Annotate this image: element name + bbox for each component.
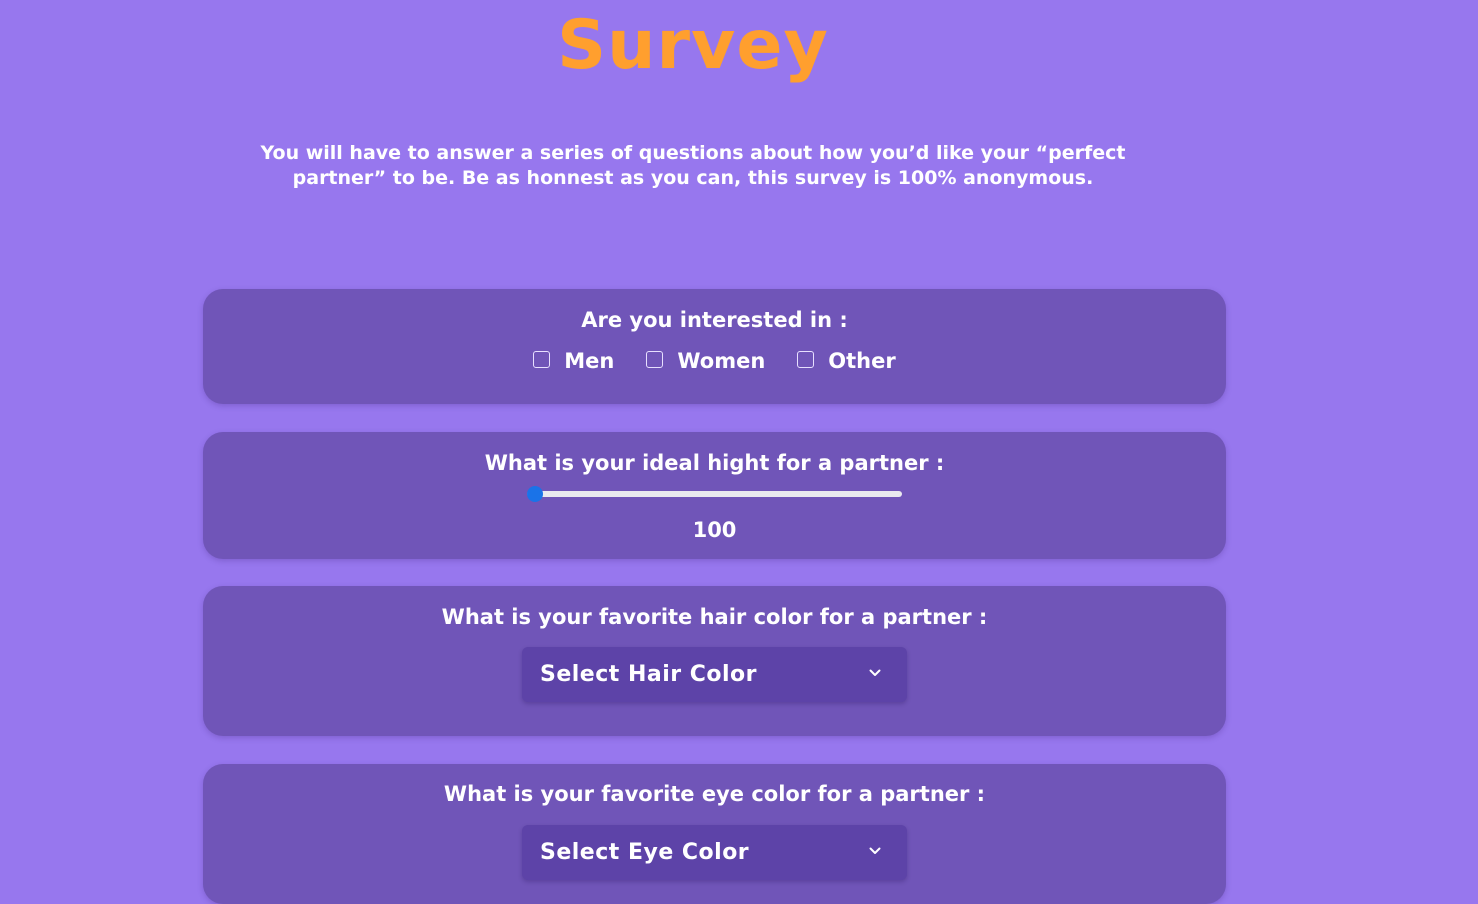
height-slider[interactable] (527, 486, 902, 502)
men-checkbox-label[interactable]: Men (564, 349, 614, 373)
height-value: 100 (692, 518, 737, 542)
chevron-down-icon[interactable] (869, 667, 881, 679)
question-card-interest: Are you interested in : Men Women Other (203, 289, 1226, 404)
height-slider-thumb[interactable] (527, 486, 543, 502)
hair-color-select[interactable]: Select Hair Color (522, 647, 907, 702)
intro-text: You will have to answer a series of ques… (238, 141, 1148, 191)
hair-color-select-value[interactable]: Select Hair Color (540, 662, 757, 687)
question-label-height: What is your ideal hight for a partner : (484, 451, 945, 475)
interest-option-other[interactable]: Other (797, 349, 896, 373)
other-checkbox[interactable] (797, 350, 815, 368)
height-slider-track[interactable] (527, 491, 902, 497)
interest-option-women[interactable]: Women (646, 349, 765, 373)
question-card-eye: What is your favorite eye color for a pa… (203, 764, 1226, 904)
men-checkbox[interactable] (533, 350, 551, 368)
interest-options: Men Women Other (203, 349, 1226, 373)
eye-color-select-value[interactable]: Select Eye Color (540, 840, 749, 865)
question-label-hair: What is your favorite hair color for a p… (441, 605, 988, 629)
question-card-hair: What is your favorite hair color for a p… (203, 586, 1226, 736)
question-label-eye: What is your favorite eye color for a pa… (443, 782, 986, 806)
women-checkbox-label[interactable]: Women (677, 349, 765, 373)
question-card-height: What is your ideal hight for a partner :… (203, 432, 1226, 559)
other-checkbox-label[interactable]: Other (828, 349, 895, 373)
intro-line-1: You will have to answer a series of ques… (260, 142, 1126, 164)
intro-line-2: partner” to be. Be as honnest as you can… (292, 167, 1094, 189)
eye-color-select[interactable]: Select Eye Color (522, 825, 907, 880)
question-label-interest: Are you interested in : (581, 308, 848, 332)
chevron-down-icon[interactable] (869, 845, 881, 857)
page-title: Survey (557, 6, 829, 85)
women-checkbox[interactable] (646, 350, 664, 368)
interest-option-men[interactable]: Men (533, 349, 614, 373)
